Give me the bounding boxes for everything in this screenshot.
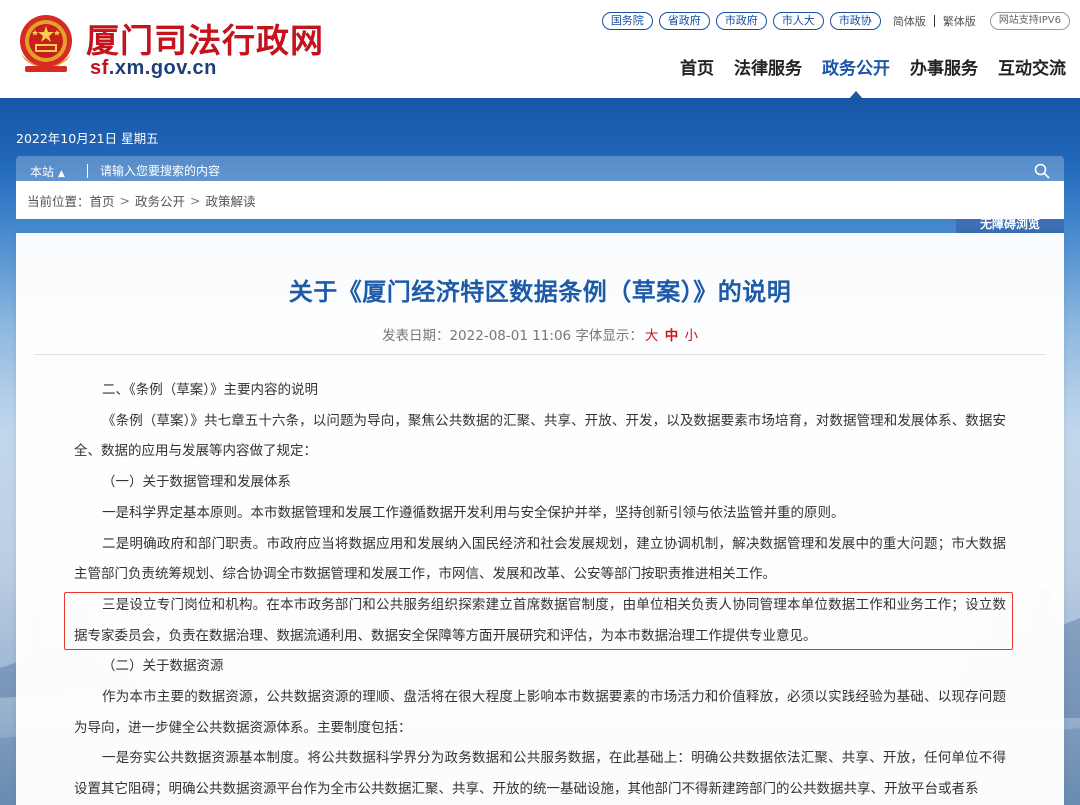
article-title: 关于《厦门经济特区数据条例（草案）》的说明 xyxy=(288,278,792,306)
nav-gov-affairs[interactable]: 政务公开 xyxy=(822,54,890,100)
link-state-council[interactable]: 国务院 xyxy=(601,12,653,30)
subsection-heading: （一）关于数据管理和发展体系 xyxy=(102,474,291,491)
font-size-label: 字体显示： xyxy=(575,328,643,344)
breadcrumb-separator: > xyxy=(190,192,201,208)
publish-date-label: 发表日期： xyxy=(381,328,450,344)
search-scope-label: 本站 xyxy=(30,165,55,179)
body-paragraph: 一是夯实公共数据资源基本制度。将公共数据科学界分为政务数据和公共服务数据，在此基… xyxy=(74,750,1006,798)
breadcrumb-policy-interpretation[interactable]: 政策解读 xyxy=(206,191,256,210)
search-input[interactable] xyxy=(100,159,980,183)
body-paragraph: 作为本市主要的数据资源，公共数据资源的理顺、盘活将在很大程度上影响本市数据要素的… xyxy=(74,689,1006,736)
body-paragraph: 二是明确政府和部门职责。市政府应当将数据应用和发展纳入国民经济和社会发展规划，建… xyxy=(74,535,1006,583)
body-paragraph: 一是科学界定基本原则。本市数据管理和发展工作遵循数据开发利用与安全保护并举，坚持… xyxy=(102,504,845,521)
simplified-chinese-link[interactable]: 简体版 xyxy=(893,13,926,29)
subsection-heading: （二）关于数据资源 xyxy=(102,658,224,675)
nav-gov-affairs-label: 政务公开 xyxy=(822,59,890,79)
title-divider xyxy=(34,354,1046,355)
article-meta: 发表日期：2022-08-01 11:06 字体显示：大 中 小 xyxy=(16,324,1064,344)
breadcrumb-prefix: 当前位置： xyxy=(27,193,90,209)
body-paragraph: 《条例（草案）》共七章五十六条，以问题为导向，聚焦公共数据的汇聚、共享、开放、开… xyxy=(74,412,1006,460)
site-title[interactable]: 厦门司法行政网 xyxy=(86,14,324,62)
publish-date: 2022-08-01 11:06 xyxy=(449,328,572,344)
section-heading: 二、《条例（草案）》主要内容的说明 xyxy=(102,382,318,398)
main-nav: 首页 法律服务 政务公开 办事服务 互动交流 xyxy=(660,54,1066,100)
search-divider xyxy=(87,164,88,178)
top-links: 国务院 省政府 市政府 市人大 市政协 简体版 繁体版 网站支持IPV6 xyxy=(596,12,1070,30)
link-city-cppcc[interactable]: 市政协 xyxy=(829,12,881,30)
breadcrumb-separator: > xyxy=(119,192,131,208)
site-domain-suffix: .xm.gov.cn xyxy=(108,57,217,79)
nav-online-services[interactable]: 办事服务 xyxy=(910,54,978,79)
ipv6-badge: 网站支持IPV6 xyxy=(989,12,1070,30)
site-domain: sf.xm.gov.cn xyxy=(90,57,217,80)
search-icon[interactable] xyxy=(1034,163,1050,179)
site-header: 厦门司法行政网 sf.xm.gov.cn 国务院 省政府 市政府 市人大 市政协… xyxy=(0,0,1080,100)
font-size-small-button[interactable]: 小 xyxy=(685,328,699,344)
current-date: 2022年10月21日 星期五 xyxy=(16,131,159,146)
lang-divider xyxy=(933,15,935,27)
link-city-gov[interactable]: 市政府 xyxy=(715,12,767,30)
nav-interaction[interactable]: 互动交流 xyxy=(998,54,1066,79)
sort-caret-icon: ▲︎ xyxy=(58,169,65,179)
search-scope-select[interactable]: 本站 ▲︎ xyxy=(30,163,65,180)
article-body: 二、《条例（草案）》主要内容的说明 《条例（草案）》共七章五十六条，以问题为导向… xyxy=(74,375,1006,805)
national-emblem-icon[interactable] xyxy=(17,14,75,78)
breadcrumb-gov-affairs[interactable]: 政务公开 xyxy=(135,191,185,210)
article-card: 关于《厦门经济特区数据条例（草案）》的说明 发表日期：2022-08-01 11… xyxy=(16,233,1064,805)
breadcrumb: 当前位置： 首页 > 政务公开 > 政策解读 xyxy=(16,181,1064,219)
site-domain-prefix: sf xyxy=(90,57,109,79)
traditional-chinese-link[interactable]: 繁体版 xyxy=(943,13,976,29)
link-province-gov[interactable]: 省政府 xyxy=(658,12,710,30)
link-city-congress[interactable]: 市人大 xyxy=(772,12,824,30)
nav-home[interactable]: 首页 xyxy=(680,54,714,79)
font-size-large-button[interactable]: 大 xyxy=(645,328,659,344)
breadcrumb-home[interactable]: 首页 xyxy=(90,191,115,210)
font-size-medium-button[interactable]: 中 xyxy=(665,328,679,344)
nav-legal-services[interactable]: 法律服务 xyxy=(734,54,802,79)
highlighted-paragraph: 三是设立专门岗位和机构。在本市政务部门和公共服务组织探索建立首席数据官制度，由单… xyxy=(74,596,1006,644)
